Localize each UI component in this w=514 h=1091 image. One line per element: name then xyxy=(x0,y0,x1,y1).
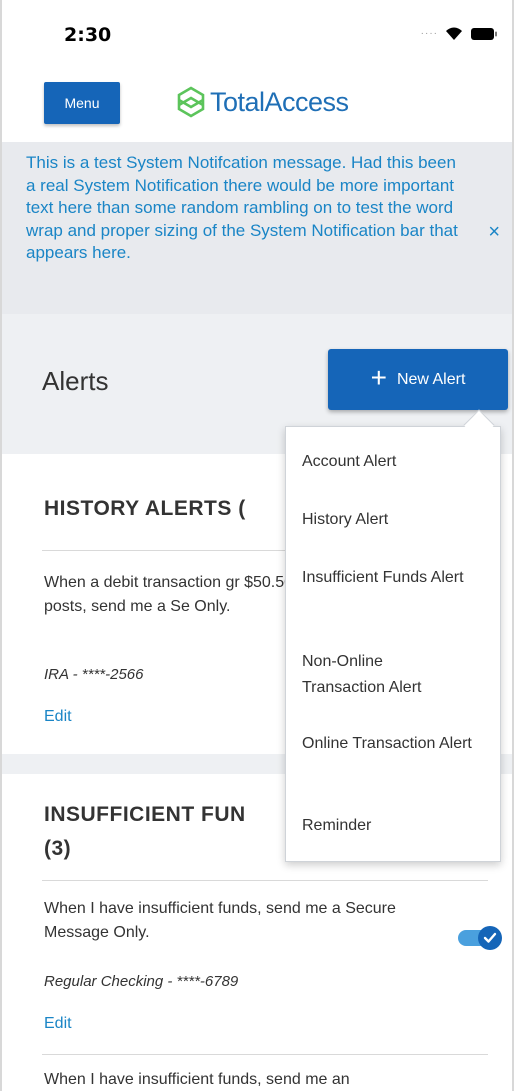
notification-message: This is a test System Notifcation messag… xyxy=(26,153,458,263)
battery-icon xyxy=(470,27,498,41)
phone-screen: 2:30 ···· Menu TotalAccess This is a tes… xyxy=(0,0,514,1091)
status-icons: ···· xyxy=(421,26,498,41)
insufficient-account: Regular Checking - ****-6789 xyxy=(44,973,239,990)
dropdown-item-online-transaction-alert[interactable]: Online Transaction Alert xyxy=(302,731,477,757)
insufficient-title-line1: INSUFFICIENT FUN xyxy=(44,803,246,826)
logo-icon xyxy=(177,86,205,118)
dropdown-item-history-alert[interactable]: History Alert xyxy=(302,507,492,533)
dropdown-item-reminder[interactable]: Reminder xyxy=(302,813,492,839)
divider xyxy=(42,1054,488,1055)
next-rule-text: When I have insufficient funds, send me … xyxy=(44,1071,350,1088)
new-alert-label: New Alert xyxy=(396,370,466,388)
system-notification: This is a test System Notifcation messag… xyxy=(2,142,512,314)
plus-icon: + xyxy=(370,362,387,393)
menu-button[interactable]: Menu xyxy=(44,82,120,124)
dropdown-item-non-online-transaction-alert[interactable]: Non-Online Transaction Alert xyxy=(302,649,462,701)
dropdown-item-insufficient-funds-alert[interactable]: Insufficient Funds Alert xyxy=(302,565,472,591)
logo-text: TotalAccess xyxy=(210,86,349,117)
app-header: Menu TotalAccess xyxy=(2,66,512,142)
status-time: 2:30 xyxy=(64,24,112,46)
close-icon[interactable]: × xyxy=(488,222,500,242)
history-account: IRA - ****-2566 xyxy=(44,666,144,683)
page-title: Alerts xyxy=(42,366,109,396)
wifi-icon xyxy=(444,26,464,41)
dropdown-item-account-alert[interactable]: Account Alert xyxy=(302,449,492,475)
alert-toggle[interactable] xyxy=(458,926,502,950)
history-alerts-title: HISTORY ALERTS ( xyxy=(44,497,246,520)
logo: TotalAccess xyxy=(174,82,349,122)
history-rule-text: When a debit transaction gr $50.50 posts… xyxy=(44,574,294,615)
insufficient-rule-text: When I have insufficient funds, send me … xyxy=(44,900,396,941)
signal-icon: ···· xyxy=(420,28,438,39)
new-alert-dropdown: Account Alert History Alert Insufficient… xyxy=(285,426,501,862)
insufficient-title-line2: (3) xyxy=(44,837,72,860)
history-edit-link[interactable]: Edit xyxy=(44,708,72,726)
status-bar: 2:30 ···· xyxy=(2,0,512,66)
divider xyxy=(42,880,488,881)
check-icon xyxy=(478,926,502,950)
new-alert-button[interactable]: + New Alert xyxy=(328,349,508,410)
insufficient-edit-link[interactable]: Edit xyxy=(44,1015,72,1033)
